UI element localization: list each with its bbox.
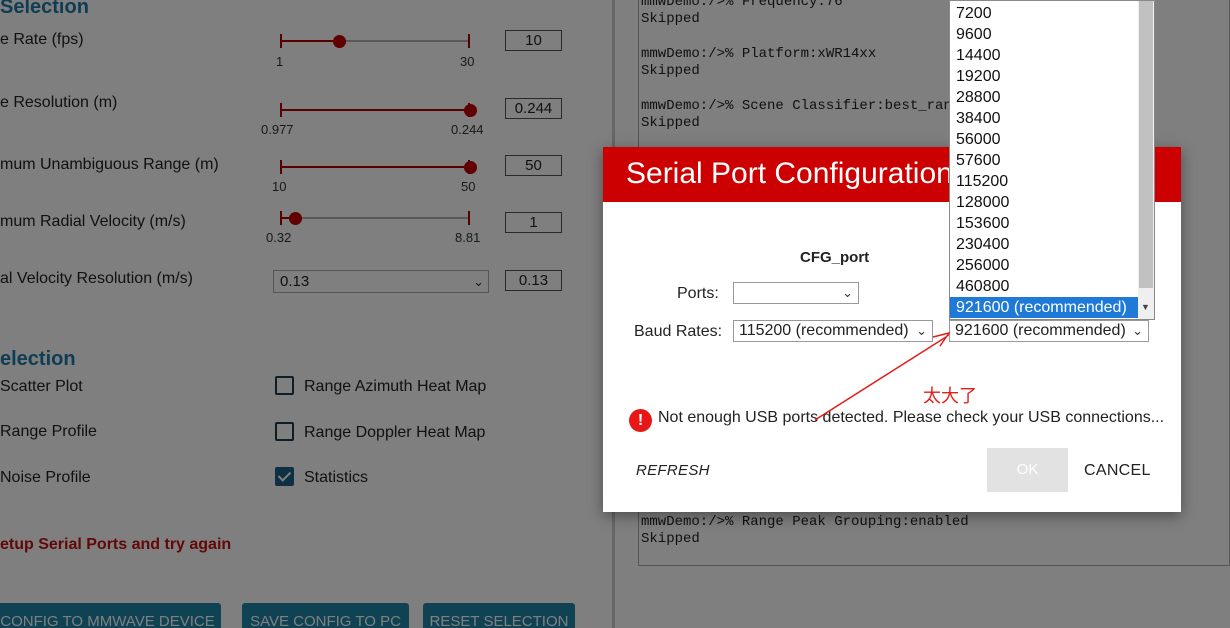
annotation-arrow (814, 331, 951, 421)
annotation-arrow-line-2 (817, 334, 950, 419)
